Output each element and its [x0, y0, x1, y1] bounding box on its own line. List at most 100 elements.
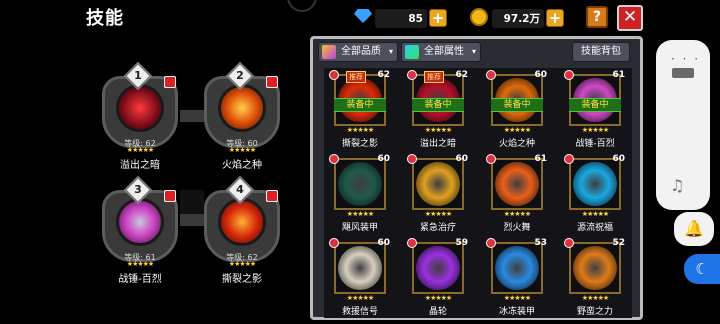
recommend-badge: 推荐: [346, 71, 366, 83]
quality-filter-label: 全部品质: [341, 46, 381, 57]
skill-card[interactable]: 61 装备中 ★★★★★ 战锤-百烈: [563, 70, 627, 149]
attribute-filter-label: 全部属性: [424, 46, 464, 57]
add-gems-button[interactable]: +: [429, 9, 447, 27]
skill-card[interactable]: 60 ★★★★★ 飓风装甲: [328, 154, 392, 233]
remove-icon[interactable]: [164, 190, 176, 202]
skill-icon: [573, 246, 617, 290]
slot-name: 火焰之种: [222, 160, 262, 171]
skill-name: 晶轮: [428, 307, 447, 317]
skill-level: 60: [455, 154, 468, 164]
stars: ★★★★★: [503, 294, 531, 302]
skill-card[interactable]: 60 ★★★★★ 源流祝福: [563, 154, 627, 233]
skill-stars: ★★★★★: [406, 210, 470, 218]
equipped-slot-2[interactable]: 2 等级: 60 ★★★★★ 火焰之种: [200, 61, 284, 171]
skill-icon: [495, 162, 539, 206]
quality-filter-dropdown[interactable]: 全部品质 ▾: [318, 42, 398, 62]
element-gem-icon: [486, 154, 496, 164]
bell-icon[interactable]: 🔔: [674, 212, 714, 246]
slot-number: 2: [236, 69, 244, 82]
music-icon[interactable]: ♫: [670, 176, 684, 195]
moon-icon[interactable]: ☾: [684, 254, 720, 284]
equipped-slot-4[interactable]: 4 等级: 62 ★★★★★ 撕裂之影: [200, 175, 284, 285]
add-coins-button[interactable]: +: [546, 9, 564, 27]
stars: ★★★★★: [424, 126, 452, 134]
slot-name: 撕裂之影: [222, 274, 262, 285]
skill-card[interactable]: 60 ★★★★★ 救援信号: [328, 238, 392, 317]
remove-icon[interactable]: [164, 76, 176, 88]
floating-sidebar[interactable]: · · · ♫: [656, 40, 710, 210]
skill-name: 紧急治疗: [419, 223, 456, 233]
remove-icon[interactable]: [266, 76, 278, 88]
slot-number: 3: [134, 183, 142, 196]
skill-name: 救援信号: [341, 307, 378, 317]
coin-icon: [470, 8, 488, 26]
skill-stars: ★★★★★: [563, 210, 627, 218]
skill-level: 60: [377, 238, 390, 248]
equipped-slot-1[interactable]: 1 等级: 62 ★★★★★ 溢出之暗: [98, 61, 182, 171]
close-button[interactable]: ✕: [617, 5, 643, 31]
skill-stars: ★★★★★: [485, 294, 549, 302]
element-gem-icon: [564, 154, 574, 164]
slot-stars: ★★★★★: [126, 146, 154, 154]
skill-stars: ★★★★★: [485, 126, 549, 134]
skill-name: 冰冻装甲: [498, 307, 535, 317]
skill-card[interactable]: 62 推荐 装备中 ★★★★★ 撕裂之影: [328, 70, 392, 149]
skill-card[interactable]: 52 ★★★★★ 野蛮之力: [563, 238, 627, 317]
skill-level: 60: [534, 70, 547, 80]
skill-bag-button[interactable]: 技能背包: [572, 42, 630, 62]
stars: ★★★★★: [581, 294, 609, 302]
skill-card[interactable]: 60 装备中 ★★★★★ 火焰之种: [485, 70, 549, 149]
skill-icon: [218, 84, 266, 132]
equipped-slot-3[interactable]: 3 等级: 61 ★★★★★ 战锤-百烈: [98, 175, 182, 285]
slot-stars: ★★★★★: [228, 260, 256, 268]
skill-stars: ★★★★★: [328, 210, 392, 218]
skill-grid: 62 推荐 装备中 ★★★★★ 撕裂之影 62 推荐 装备中 ★★★★★ 溢出之暗 60 装备中 ★★★…: [324, 68, 632, 318]
stars: ★★★★★: [581, 210, 609, 218]
skill-name: 飓风装甲: [341, 223, 378, 233]
skill-level: 60: [377, 154, 390, 164]
skill-card[interactable]: 61 ★★★★★ 烈火舞: [485, 154, 549, 233]
skill-level: 61: [612, 70, 625, 80]
stars: ★★★★★: [503, 210, 531, 218]
skill-stars: ★★★★★: [328, 294, 392, 302]
element-gem-icon: [407, 154, 417, 164]
skill-card[interactable]: 59 ★★★★★ 晶轮: [406, 238, 470, 317]
element-gem-icon: [564, 238, 574, 248]
skill-name: 野蛮之力: [576, 307, 613, 317]
skill-icon: [116, 84, 164, 132]
skill-name: 火焰之种: [498, 139, 535, 149]
skill-card[interactable]: 62 推荐 装备中 ★★★★★ 溢出之暗: [406, 70, 470, 149]
element-gem-icon: [564, 70, 574, 80]
skill-icon: [573, 162, 617, 206]
gem-count: 85: [375, 9, 427, 28]
skill-level: 61: [534, 154, 547, 164]
stars: ★★★★★: [346, 294, 374, 302]
skill-stars: ★★★★★: [406, 126, 470, 134]
chevron-down-icon: ▾: [471, 47, 476, 56]
skill-card[interactable]: 53 ★★★★★ 冰冻装甲: [485, 238, 549, 317]
skill-stars: ★★★★★: [328, 126, 392, 134]
skill-icon: [218, 198, 266, 246]
stars: ★★★★★: [346, 126, 374, 134]
equipped-badge: 装备中: [491, 98, 543, 112]
equipped-badge: 装备中: [412, 98, 464, 112]
skill-level: 53: [534, 238, 547, 248]
skill-stars: ★★★★★: [485, 210, 549, 218]
skill-card[interactable]: 60 ★★★★★ 紧急治疗: [406, 154, 470, 233]
attribute-filter-dropdown[interactable]: 全部属性 ▾: [401, 42, 481, 62]
skill-icon: [416, 162, 460, 206]
slot-number: 1: [134, 69, 142, 82]
skill-icon: [416, 246, 460, 290]
stars: ★★★★★: [503, 126, 531, 134]
equipped-badge: 装备中: [334, 98, 386, 112]
volume-bar[interactable]: [672, 68, 694, 78]
help-button[interactable]: ?: [586, 6, 608, 28]
element-gem-icon: [329, 238, 339, 248]
element-gem-icon: [407, 238, 417, 248]
skill-icon: [116, 198, 164, 246]
skill-name: 溢出之暗: [419, 139, 456, 149]
slot-number: 4: [236, 183, 244, 196]
more-icon[interactable]: · · ·: [671, 52, 700, 66]
remove-icon[interactable]: [266, 190, 278, 202]
attribute-icon: [405, 45, 419, 59]
